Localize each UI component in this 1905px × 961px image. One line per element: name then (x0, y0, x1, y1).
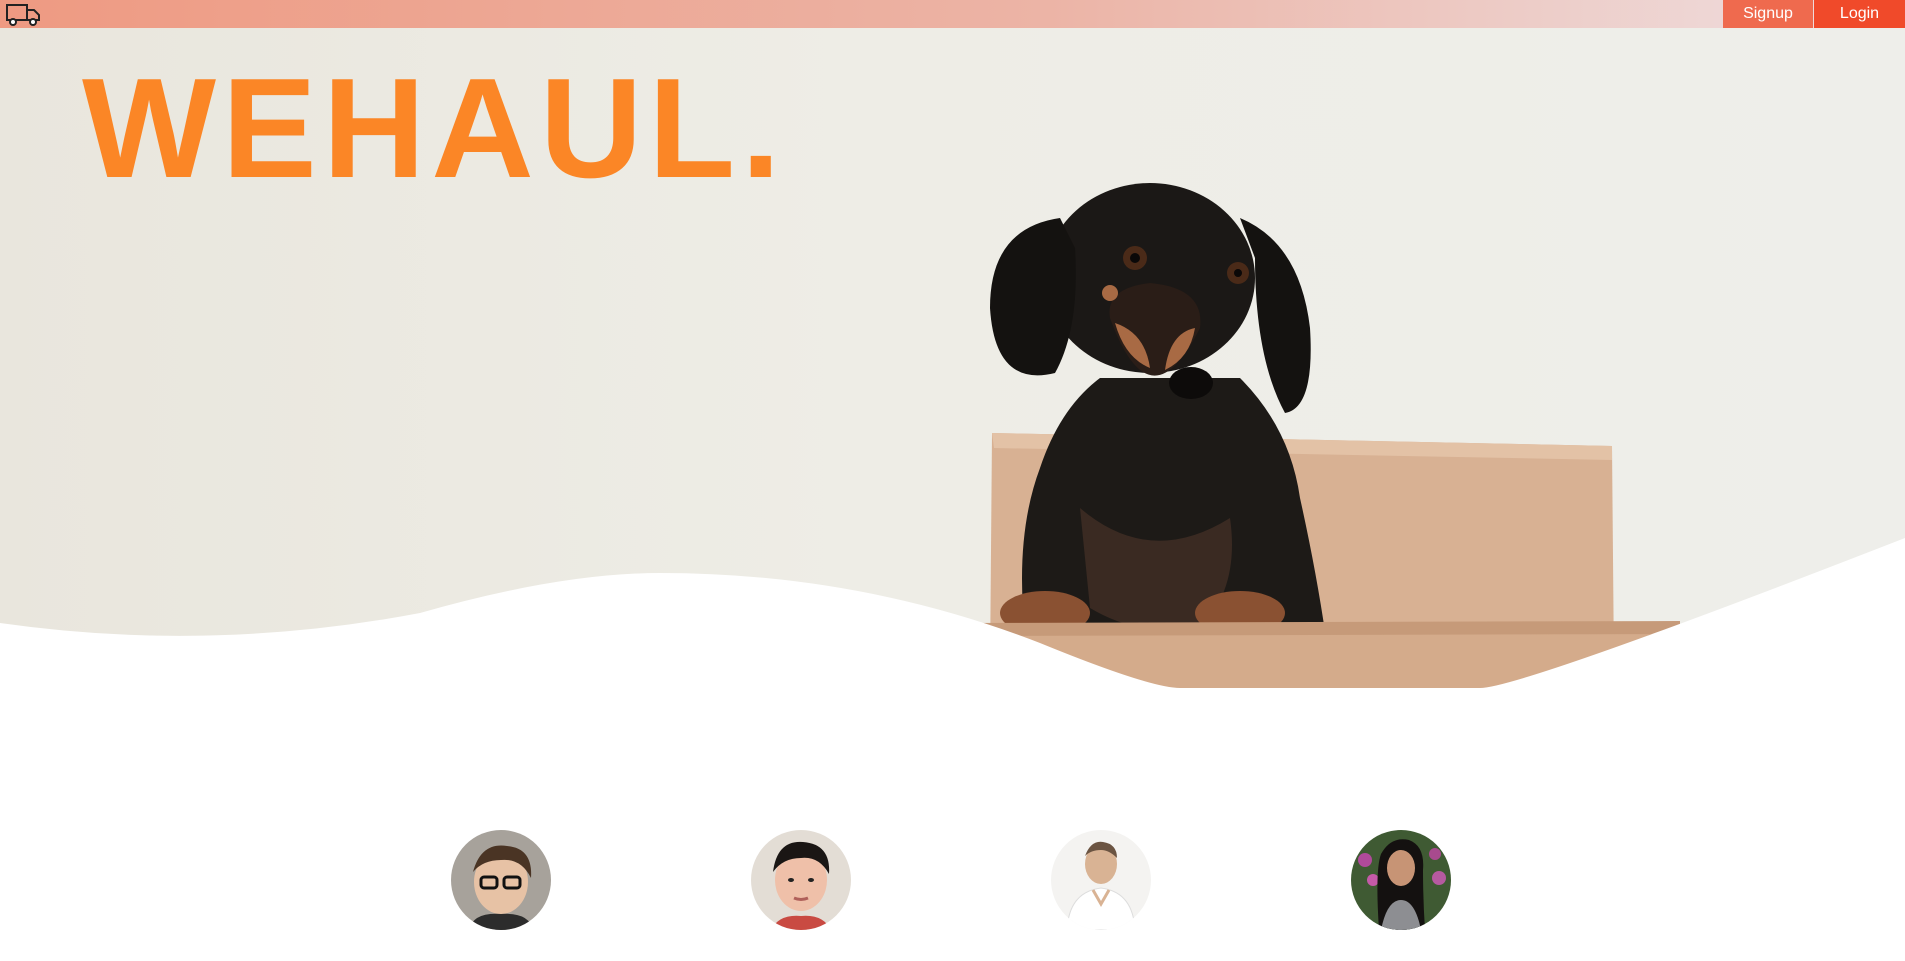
signup-button[interactable]: Signup (1723, 0, 1813, 28)
truck-icon[interactable] (6, 3, 40, 27)
team-member-avatar-1[interactable] (451, 830, 551, 930)
hero-wave-divider (0, 538, 1905, 688)
team-member-avatar-2[interactable] (751, 830, 851, 930)
team-member-avatar-3[interactable] (1051, 830, 1151, 930)
top-nav-bar: Signup Login (0, 0, 1905, 28)
hero-section: WEHAUL. (0, 28, 1905, 688)
team-member-2-photo (751, 830, 851, 930)
team-member-4-photo (1351, 830, 1451, 930)
team-member-avatar-4[interactable] (1351, 830, 1451, 930)
login-button[interactable]: Login (1814, 0, 1905, 28)
team-section (0, 830, 1905, 930)
team-member-3-photo (1051, 830, 1151, 930)
team-member-1-photo (451, 830, 551, 930)
